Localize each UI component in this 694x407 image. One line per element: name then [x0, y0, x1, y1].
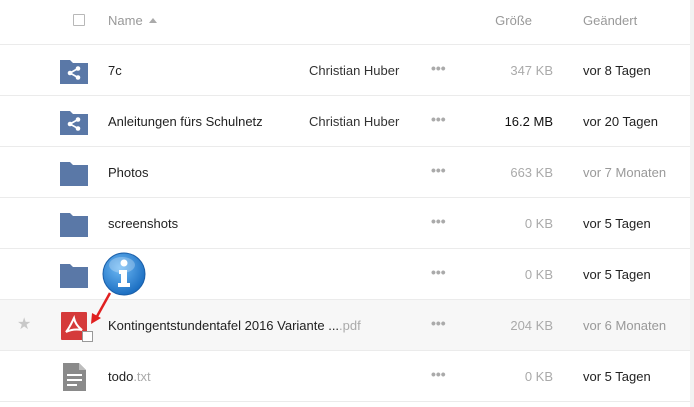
share-owner[interactable]: Christian Huber — [309, 63, 399, 78]
file-name-link[interactable]: 7c — [108, 63, 122, 78]
modified-date: vor 5 Tagen — [583, 369, 651, 384]
file-row[interactable]: Anleitungen fürs Schulnetz Christian Hub… — [0, 96, 694, 147]
file-list-table: Name Größe Geändert 7c Christian Huber •… — [0, 0, 694, 402]
more-actions-button[interactable]: ••• — [431, 265, 446, 279]
file-size: 0 KB — [524, 216, 553, 231]
modified-date: vor 20 Tagen — [583, 114, 658, 129]
file-row[interactable]: screenshots ••• 0 KB vor 5 Tagen — [0, 198, 694, 249]
file-name-link[interactable]: todo.txt — [108, 369, 151, 384]
annotation-arrow-icon — [91, 292, 112, 324]
file-list-header: Name Größe Geändert — [0, 0, 694, 45]
file-row[interactable]: 7c Christian Huber ••• 347 KB vor 8 Tage… — [0, 45, 694, 96]
file-size: 204 KB — [510, 318, 553, 333]
modified-date: vor 6 Monaten — [583, 318, 667, 333]
file-name: Kontingentstundentafel 2016 Variante ... — [108, 318, 340, 333]
scrollbar-track[interactable] — [690, 0, 694, 407]
file-size: 347 KB — [510, 63, 553, 78]
shared-folder-icon — [60, 60, 88, 84]
text-file-icon — [63, 363, 86, 391]
sort-by-modified-button[interactable]: Geändert — [583, 13, 637, 28]
file-size: 0 KB — [524, 369, 553, 384]
share-owner[interactable]: Christian Huber — [309, 114, 399, 129]
modified-date: vor 7 Monaten — [583, 165, 667, 180]
select-file-checkbox[interactable] — [82, 331, 93, 342]
modified-date: vor 8 Tagen — [583, 63, 651, 78]
more-actions-button[interactable]: ••• — [431, 367, 446, 381]
file-extension: .txt — [133, 369, 151, 384]
file-name-link[interactable]: Anleitungen fürs Schulnetz — [108, 114, 263, 129]
modified-date: vor 5 Tagen — [583, 216, 651, 231]
file-name: Photos — [108, 165, 149, 180]
name-column-label: Name — [108, 13, 143, 28]
more-actions-button[interactable]: ••• — [431, 163, 446, 177]
file-size: 663 KB — [510, 165, 553, 180]
file-row[interactable]: Photos ••• 663 KB vor 7 Monaten — [0, 147, 694, 198]
folder-icon — [60, 162, 88, 186]
sort-ascending-icon — [148, 18, 157, 23]
sort-by-size-button[interactable]: Größe — [470, 13, 532, 28]
file-name: screenshots — [108, 216, 179, 231]
file-row[interactable]: todo.txt ••• 0 KB vor 5 Tagen — [0, 351, 694, 402]
file-name-link[interactable]: Photos — [108, 165, 148, 180]
select-all-checkbox[interactable] — [73, 14, 85, 26]
file-name: todo — [108, 369, 134, 384]
more-actions-button[interactable]: ••• — [431, 316, 446, 330]
file-name: 7c — [108, 63, 122, 78]
favorite-star-icon[interactable]: ★ — [17, 317, 31, 333]
more-actions-button[interactable]: ••• — [431, 214, 446, 228]
shared-folder-icon — [60, 111, 88, 135]
folder-icon — [60, 213, 88, 237]
file-name: Anleitungen fürs Schulnetz — [108, 114, 263, 129]
file-size: 0 KB — [524, 267, 553, 282]
file-size: 16.2 MB — [504, 114, 553, 129]
file-name-link[interactable]: Kontingentstundentafel 2016 Variante ...… — [108, 318, 361, 333]
modified-date: vor 5 Tagen — [583, 267, 651, 282]
sort-by-name-button[interactable]: Name — [108, 13, 157, 28]
more-actions-button[interactable]: ••• — [431, 61, 446, 75]
file-name-link[interactable]: screenshots — [108, 216, 178, 231]
more-actions-button[interactable]: ••• — [431, 112, 446, 126]
file-extension: .pdf — [339, 318, 361, 333]
